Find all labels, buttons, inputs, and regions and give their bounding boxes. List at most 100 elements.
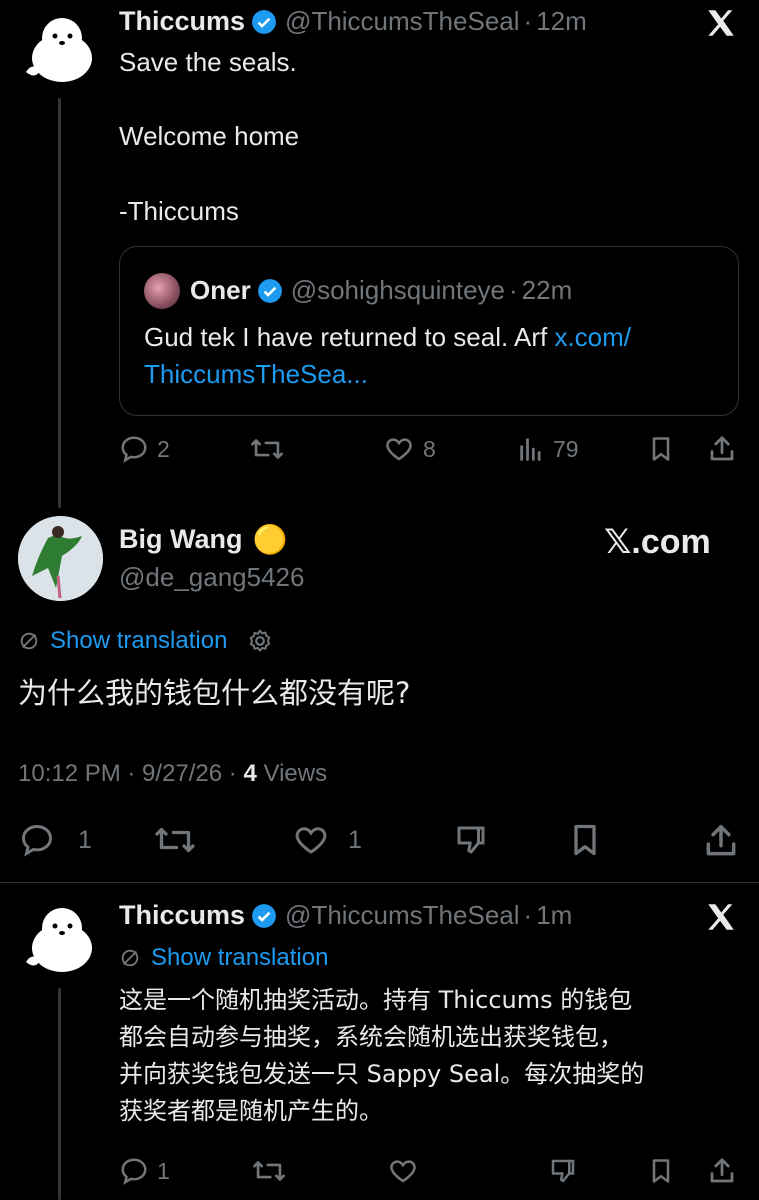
share-button[interactable] [707, 434, 737, 469]
dislike-button[interactable] [452, 822, 490, 863]
author-name[interactable]: Big Wang [119, 524, 242, 555]
x-logo-icon[interactable] [704, 900, 738, 939]
reply-icon [21, 824, 53, 857]
verified-badge-icon [252, 9, 276, 34]
quote-link-part-1[interactable]: x.com/ [554, 322, 631, 352]
heart-icon [295, 827, 327, 854]
main-author-row: Big Wang 🟡 [119, 524, 287, 555]
author-handle[interactable]: @ThiccumsTheSeal [285, 900, 519, 931]
quote-body: Gud tek I have returned to seal. Arf [144, 322, 555, 352]
avatar-oner[interactable] [144, 273, 180, 309]
thumbs-down-icon [457, 826, 485, 854]
bookmark-button[interactable] [647, 434, 675, 469]
avatar-thiccums[interactable] [18, 10, 100, 88]
reply-text: 这是一个随机抽奖活动。持有 Thiccums 的钱包 都会自动参与抽奖，系统会随… [119, 982, 644, 1130]
dislike-button[interactable] [547, 1156, 579, 1191]
bookmark-button[interactable] [567, 822, 603, 863]
tweet-line-1: Save the seals. [119, 47, 297, 77]
show-translation-row[interactable]: Show translation [119, 944, 328, 972]
share-icon [706, 825, 736, 856]
reply-count: 1 [78, 825, 92, 854]
like-count: 1 [348, 825, 362, 854]
share-button[interactable] [702, 822, 740, 865]
like-button[interactable]: 8 [383, 434, 436, 464]
separator: · [523, 900, 533, 930]
yellow-circle-icon: 🟡 [252, 523, 288, 555]
tweet-line-3: -Thiccums [119, 196, 239, 226]
verified-badge-icon [252, 903, 276, 928]
like-button[interactable]: 1 [292, 822, 362, 858]
retweet-button[interactable] [250, 434, 284, 464]
retweet-button[interactable] [154, 822, 196, 863]
timestamp[interactable]: 1m [536, 900, 572, 931]
retweet-button[interactable] [252, 1156, 286, 1191]
analytics-icon [520, 438, 541, 461]
tweet-header: Thiccums @ThiccumsTheSeal · 12m [119, 6, 587, 37]
tweet-line-2: Welcome home [119, 121, 300, 151]
quote-timestamp[interactable]: 22m [522, 275, 573, 306]
settings-gear-icon[interactable] [247, 628, 273, 654]
quote-tweet-card[interactable]: Oner @sohighsquinteye · 22m Gud tek I ha… [119, 246, 739, 416]
reply-count: 2 [157, 435, 170, 462]
tweet-meta: 10:12 PM · 9/27/26 · 4 Views [18, 760, 327, 788]
reply-button[interactable]: 2 [119, 434, 170, 464]
main-tweet-text: 为什么我的钱包什么都没有呢? [18, 676, 411, 710]
bookmark-button[interactable] [647, 1156, 675, 1191]
seal-avatar-icon [26, 18, 92, 82]
author-name[interactable]: Thiccums [119, 900, 245, 931]
share-icon [710, 1158, 734, 1183]
reply-line-1: 这是一个随机抽奖活动。持有 Thiccums 的钱包 [119, 986, 633, 1014]
views-button[interactable]: 79 [517, 434, 579, 464]
reply-icon [121, 1158, 147, 1185]
translate-icon [121, 949, 139, 967]
show-translation-link[interactable]: Show translation [50, 627, 227, 655]
views-count: 79 [553, 435, 579, 462]
quote-link-part-2[interactable]: ThiccumsTheSea... [144, 359, 368, 389]
thread-line [58, 98, 61, 508]
views-count: 4 [243, 760, 257, 787]
divider [0, 882, 759, 883]
separator: · [523, 6, 533, 36]
show-translation-link[interactable]: Show translation [151, 944, 328, 972]
heart-icon [386, 438, 412, 461]
avatar-big-wang[interactable] [18, 516, 103, 601]
share-button[interactable] [707, 1156, 737, 1191]
retweet-icon [251, 439, 283, 459]
retweet-icon [155, 827, 195, 853]
show-translation-row[interactable]: Show translation [18, 627, 273, 655]
like-button[interactable] [387, 1156, 419, 1191]
author-handle[interactable]: @ThiccumsTheSeal [285, 6, 519, 37]
avatar-figure-icon [18, 516, 103, 601]
tweet-header: Thiccums @ThiccumsTheSeal · 1m [119, 900, 572, 931]
reply-line-4: 获奖者都是随机产生的。 [119, 1097, 383, 1125]
quote-text: Gud tek I have returned to seal. Arf x.c… [144, 319, 724, 393]
quote-author-name[interactable]: Oner [190, 275, 251, 306]
verified-badge-icon [257, 278, 282, 303]
like-count: 8 [423, 435, 436, 462]
retweet-icon [253, 1161, 285, 1181]
translate-icon [20, 632, 38, 650]
share-icon [710, 436, 734, 461]
reply-line-2: 都会自动参与抽奖，系统会随机选出获奖钱包， [119, 1023, 623, 1051]
quote-header: Oner @sohighsquinteye · 22m [190, 275, 572, 306]
author-handle[interactable]: @de_gang5426 [119, 562, 304, 593]
thread-line [58, 988, 61, 1200]
views-label[interactable]: Views [257, 760, 327, 787]
reply-line-3: 并向获奖钱包发送一只 Sappy Seal。每次抽奖的 [119, 1060, 645, 1088]
bookmark-icon [652, 1159, 670, 1183]
thumbs-down-icon [551, 1159, 575, 1183]
x-com-logo: 𝕏.com [604, 523, 711, 561]
reply-button[interactable]: 1 [119, 1156, 170, 1186]
avatar-thiccums[interactable] [18, 900, 100, 978]
bookmark-icon [574, 824, 596, 856]
quote-author-handle[interactable]: @sohighsquinteye [291, 275, 505, 306]
reply-icon [121, 436, 147, 463]
author-name[interactable]: Thiccums [119, 6, 245, 37]
heart-icon [390, 1160, 416, 1183]
reply-count: 1 [157, 1157, 170, 1184]
seal-avatar-icon [26, 908, 92, 972]
reply-button[interactable]: 1 [18, 822, 92, 858]
timestamp[interactable]: 12m [536, 6, 587, 37]
x-logo-icon[interactable] [704, 6, 738, 45]
timestamp[interactable]: 10:12 PM · 9/27/26 · [18, 760, 243, 787]
